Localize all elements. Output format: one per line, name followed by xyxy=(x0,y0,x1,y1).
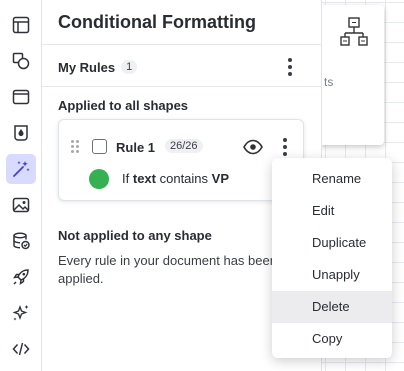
panels-icon xyxy=(12,16,29,34)
not-applied-section-heading: Not applied to any shape xyxy=(58,228,212,243)
ai-sparkle-button[interactable] xyxy=(6,298,36,328)
rule-condition: If text contains VP xyxy=(122,171,229,186)
condition-operator: contains xyxy=(159,171,209,186)
rule-color-swatch xyxy=(89,169,109,189)
rule-match-count-badge: 26/26 xyxy=(165,139,203,153)
my-rules-label: My Rules xyxy=(58,59,116,75)
shape-text-fragment: ts xyxy=(324,75,334,89)
org-chart-icon xyxy=(340,17,368,46)
not-applied-message: Every rule in your document has been app… xyxy=(58,253,277,286)
my-rules-count-badge: 1 xyxy=(121,60,138,74)
magic-wand-icon xyxy=(12,161,30,177)
condition-prefix: If xyxy=(122,171,130,186)
conditional-formatting-button[interactable] xyxy=(5,154,36,184)
rule-checkbox[interactable] xyxy=(92,139,107,154)
theme-button[interactable] xyxy=(6,118,36,148)
my-rules-header: My Rules 1 xyxy=(58,58,306,76)
menu-item-duplicate[interactable]: Duplicate xyxy=(272,227,392,259)
applied-section-heading: Applied to all shapes xyxy=(58,98,189,113)
rocket-button[interactable] xyxy=(6,262,36,292)
rocket-icon xyxy=(12,269,29,285)
panels-button[interactable] xyxy=(6,10,36,40)
data-linking-icon xyxy=(12,232,30,250)
page-settings-icon xyxy=(12,89,29,105)
menu-item-rename[interactable]: Rename xyxy=(272,163,392,195)
code-button[interactable] xyxy=(6,334,36,364)
my-rules-more-options-button[interactable] xyxy=(282,56,298,78)
divider xyxy=(42,44,322,45)
rule-card[interactable]: Rule 1 26/26 xyxy=(58,119,304,201)
rule-more-options-button[interactable] xyxy=(277,136,293,158)
shapes-button[interactable] xyxy=(6,46,36,76)
rule-name: Rule 1 xyxy=(116,140,156,155)
eye-icon[interactable] xyxy=(243,139,263,155)
page-settings-button[interactable] xyxy=(6,82,36,112)
rule-context-menu: Rename Edit Duplicate Unapply Delete Copy xyxy=(272,158,392,358)
condition-value: VP xyxy=(211,171,229,186)
more-options-icon xyxy=(288,58,292,62)
divider xyxy=(42,86,322,87)
shapes-icon xyxy=(12,52,29,70)
code-icon xyxy=(11,342,30,356)
left-toolbar xyxy=(0,0,42,371)
panel-title: Conditional Formatting xyxy=(58,12,256,32)
data-linking-button[interactable] xyxy=(6,226,36,256)
menu-item-unapply[interactable]: Unapply xyxy=(272,259,392,291)
sparkle-icon xyxy=(12,305,28,321)
theme-icon xyxy=(13,125,28,141)
drag-handle-icon[interactable] xyxy=(71,140,79,154)
condition-field: text xyxy=(132,171,156,186)
menu-item-edit[interactable]: Edit xyxy=(272,195,392,227)
image-icon xyxy=(12,197,29,213)
image-button[interactable] xyxy=(6,190,36,220)
org-chart-shape[interactable]: ts xyxy=(318,5,384,145)
more-options-icon xyxy=(283,138,287,142)
menu-item-copy[interactable]: Copy xyxy=(272,323,392,355)
menu-item-delete[interactable]: Delete xyxy=(272,291,392,323)
